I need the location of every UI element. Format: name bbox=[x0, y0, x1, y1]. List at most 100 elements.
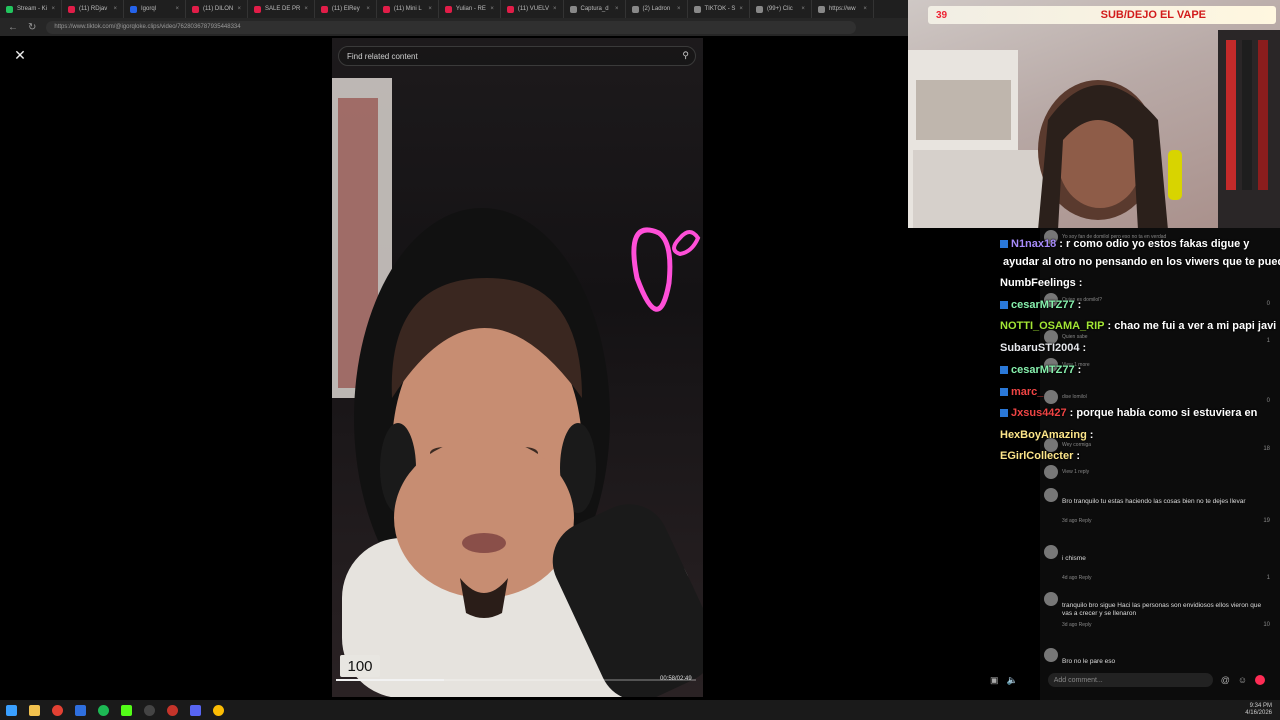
video-time: 00:58/02:49 bbox=[660, 676, 692, 682]
tab-close-icon[interactable]: × bbox=[859, 6, 867, 12]
browser-tab[interactable]: TIKTOK - S × bbox=[688, 0, 750, 18]
chat-text: : porque había como si estuviera en bbox=[1069, 407, 1258, 419]
comment-item: Bro tranquilo tu estas haciendo las cosa… bbox=[1044, 488, 1274, 528]
like-count[interactable]: 0 bbox=[1267, 301, 1270, 307]
browser-tab[interactable]: (11) DILON × bbox=[186, 0, 248, 18]
kick-icon[interactable] bbox=[121, 704, 132, 716]
video-player[interactable] bbox=[332, 38, 703, 697]
like-count[interactable]: 19 bbox=[1263, 518, 1270, 524]
like-count[interactable]: 10 bbox=[1263, 622, 1270, 628]
comment-meta[interactable]: Quien sabe bbox=[1062, 334, 1088, 340]
chat-username[interactable]: SubaruSTI2004 bbox=[1000, 342, 1079, 354]
chat-username[interactable]: NOTTI_OSAMA_RIP bbox=[1000, 320, 1105, 332]
discord-icon[interactable] bbox=[190, 704, 201, 716]
comment-meta[interactable]: 3d ago Reply bbox=[1062, 622, 1091, 628]
chrome-alt-icon[interactable] bbox=[213, 704, 224, 716]
comment-item: tranquilo bro sigue Haci las personas so… bbox=[1044, 592, 1274, 632]
avatar[interactable] bbox=[1044, 592, 1058, 606]
avatar[interactable] bbox=[1044, 488, 1058, 502]
browser-tab[interactable]: Yulian - RE × bbox=[439, 0, 501, 18]
windows-start-icon[interactable] bbox=[6, 704, 17, 716]
comment-meta[interactable]: 4d ago Reply bbox=[1062, 575, 1091, 581]
close-icon[interactable]: ✕ bbox=[10, 45, 30, 65]
comment-meta[interactable]: View 1 reply bbox=[1062, 469, 1089, 475]
like-count[interactable]: 1 bbox=[1267, 338, 1270, 344]
avatar[interactable] bbox=[1044, 465, 1058, 479]
chat-text: : bbox=[1082, 342, 1087, 354]
tab-favicon-icon bbox=[320, 5, 328, 13]
comment-meta[interactable]: dise lomilol bbox=[1062, 394, 1087, 400]
browser-tab[interactable]: Captura_d × bbox=[564, 0, 626, 18]
browser-tab[interactable]: (11) Mini L × bbox=[377, 0, 439, 18]
avatar[interactable] bbox=[1044, 648, 1058, 662]
app-icon[interactable] bbox=[75, 704, 86, 716]
comment-bar: ▣ 🔈 Add comment... @ ☺ bbox=[986, 671, 1280, 689]
chat-username[interactable]: HexBoyAmazing bbox=[1000, 429, 1087, 441]
comment-meta[interactable]: 3d ago Reply bbox=[1062, 518, 1091, 524]
tab-close-icon[interactable]: × bbox=[735, 6, 743, 12]
chat-badge-icon bbox=[1000, 366, 1008, 375]
tab-favicon-icon bbox=[192, 5, 199, 13]
spotify-icon[interactable] bbox=[98, 704, 109, 716]
tab-close-icon[interactable]: × bbox=[424, 6, 432, 12]
chat-username[interactable]: N1nax18 bbox=[1011, 238, 1056, 250]
browser-tab[interactable]: (99+) Clic × bbox=[750, 0, 812, 18]
tab-close-icon[interactable]: × bbox=[109, 6, 117, 12]
chat-username[interactable]: Jxsus4427 bbox=[1011, 407, 1067, 419]
browser-tab-bar: Stream - Ki × (11) RDjav × Igorql × (11) DILON… bbox=[0, 0, 908, 18]
chat-message: ayudar al otro no pensando en los viwers… bbox=[1000, 256, 1280, 268]
like-count[interactable]: 0 bbox=[1267, 398, 1270, 404]
tab-close-icon[interactable]: × bbox=[611, 6, 619, 12]
tab-favicon-icon bbox=[6, 5, 13, 13]
chat-message: cesarMTZ77: bbox=[1000, 364, 1081, 376]
avatar[interactable] bbox=[1044, 545, 1058, 559]
search-placeholder: Find related content bbox=[347, 51, 418, 61]
mini-player-icon[interactable]: ▣ bbox=[990, 675, 999, 686]
browser-tab[interactable]: (11) RDjav × bbox=[62, 0, 124, 18]
tab-close-icon[interactable]: × bbox=[171, 6, 179, 12]
browser-tab[interactable]: SALE DE PR × bbox=[248, 0, 315, 18]
video-progress-bar[interactable] bbox=[336, 679, 696, 681]
browser-tab[interactable]: Igorql × bbox=[124, 0, 186, 18]
obs-icon[interactable] bbox=[144, 704, 155, 716]
chat-username[interactable]: NumbFeelings bbox=[1000, 277, 1076, 289]
url-field[interactable]: https://www.tiktok.com/@igorqloke.clips/… bbox=[46, 20, 857, 34]
reload-icon[interactable]: ↻ bbox=[28, 22, 36, 33]
browser-tab[interactable]: (11) ElRey × bbox=[315, 0, 377, 18]
comment-meta[interactable]: Wey cormiga bbox=[1062, 442, 1091, 448]
chat-message: marc_ bbox=[1000, 386, 1046, 398]
file-explorer-icon[interactable] bbox=[29, 704, 40, 716]
tab-close-icon[interactable]: × bbox=[300, 6, 308, 12]
chat-username[interactable]: EGirlCollecter bbox=[1000, 450, 1073, 462]
chrome-icon[interactable] bbox=[52, 704, 63, 716]
browser-icon[interactable] bbox=[167, 704, 178, 716]
browser-tab[interactable]: https://ww × bbox=[812, 0, 874, 18]
tab-label: SALE DE PR bbox=[265, 6, 301, 12]
tab-label: (11) ElRey bbox=[331, 6, 360, 12]
browser-tab[interactable]: (11) VUELV × bbox=[501, 0, 564, 18]
mention-icon[interactable]: @ bbox=[1221, 675, 1230, 685]
tab-close-icon[interactable]: × bbox=[673, 6, 681, 12]
send-icon[interactable] bbox=[1255, 675, 1266, 685]
tab-close-icon[interactable]: × bbox=[486, 6, 494, 12]
browser-tab[interactable]: Stream - Ki × bbox=[0, 0, 62, 18]
tab-label: (2) Ladron bbox=[642, 6, 671, 12]
comment-input[interactable]: Add comment... bbox=[1047, 673, 1213, 687]
like-count[interactable]: 1 bbox=[1267, 575, 1270, 581]
tab-close-icon[interactable]: × bbox=[797, 6, 805, 12]
tab-close-icon[interactable]: × bbox=[549, 6, 557, 12]
volume-icon[interactable]: 🔈 bbox=[1007, 675, 1018, 686]
chat-username[interactable]: cesarMTZ77 bbox=[1011, 299, 1075, 311]
chat-username[interactable]: marc_ bbox=[1011, 386, 1043, 398]
emoji-icon[interactable]: ☺ bbox=[1238, 675, 1247, 685]
like-count[interactable]: 18 bbox=[1263, 446, 1270, 452]
taskbar: 9:34 PM 4/16/2026 bbox=[0, 700, 1280, 720]
tab-close-icon[interactable]: × bbox=[47, 6, 55, 12]
tab-close-icon[interactable]: × bbox=[233, 6, 241, 12]
chat-username[interactable]: cesarMTZ77 bbox=[1011, 364, 1075, 376]
search-icon[interactable]: ⚲ bbox=[682, 50, 689, 61]
tab-close-icon[interactable]: × bbox=[362, 6, 370, 12]
back-icon[interactable]: ← bbox=[8, 22, 18, 33]
browser-tab[interactable]: (2) Ladron × bbox=[626, 0, 688, 18]
search-input[interactable]: Find related content ⚲ bbox=[338, 46, 696, 66]
